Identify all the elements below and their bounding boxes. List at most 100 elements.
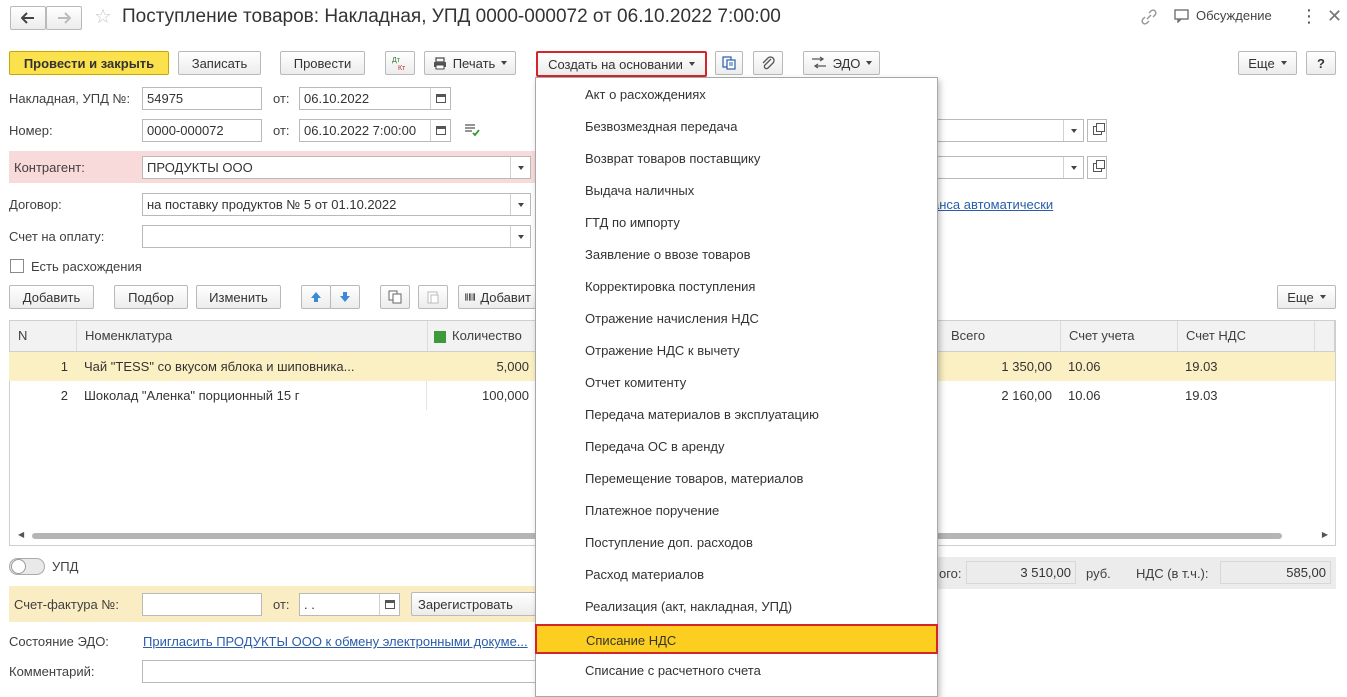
menu-item[interactable]: Платежное поручение xyxy=(536,496,937,526)
favorite-star-icon[interactable]: ☆ xyxy=(94,6,112,28)
warehouse-dropdown[interactable] xyxy=(1063,157,1083,178)
paste-row-button[interactable] xyxy=(418,285,448,309)
comment-input[interactable] xyxy=(142,660,542,683)
payment-input[interactable] xyxy=(142,225,531,248)
menu-item[interactable]: Передача материалов в эксплуатацию xyxy=(536,400,937,430)
move-down-button[interactable] xyxy=(330,285,360,309)
structure-button[interactable] xyxy=(715,51,743,75)
cell-account: 10.06 xyxy=(1068,359,1101,374)
create-based-on-button[interactable]: Создать на основании xyxy=(536,51,707,77)
calendar-button[interactable] xyxy=(430,88,450,109)
discussion-button[interactable]: Обсуждение xyxy=(1174,8,1272,23)
menu-item[interactable]: Выдача наличных xyxy=(536,176,937,206)
dtkt-button[interactable]: Дт Кт xyxy=(385,51,415,75)
number-date-label: от: xyxy=(273,123,290,138)
menu-item[interactable]: Отчет комитенту xyxy=(536,368,937,398)
post-and-close-button[interactable]: Провести и закрыть xyxy=(9,51,169,75)
counterparty-input[interactable]: ПРОДУКТЫ ООО xyxy=(142,156,531,179)
menu-item[interactable]: Перемещение товаров, материалов xyxy=(536,464,937,494)
menu-item[interactable]: Реализация (акт, накладная, УПД) xyxy=(536,592,937,622)
scroll-right-icon: ▶ xyxy=(1321,530,1328,539)
invoice-factura-date-input[interactable]: . . xyxy=(299,593,400,616)
change-button[interactable]: Изменить xyxy=(196,285,281,309)
add-row-button[interactable]: Добавить xyxy=(9,285,94,309)
back-button[interactable] xyxy=(10,6,46,30)
cell-total: 2 160,00 xyxy=(1001,388,1052,403)
menu-item[interactable]: Корректировка поступления xyxy=(536,272,937,302)
number-date-input[interactable]: 06.10.2022 7:00:00 xyxy=(299,119,451,142)
attachment-button[interactable] xyxy=(753,51,783,75)
close-icon[interactable]: ✕ xyxy=(1327,6,1342,26)
cell-item: Чай "TESS" со вкусом яблока и шиповника.… xyxy=(84,359,355,374)
organization-dropdown[interactable] xyxy=(1063,120,1083,141)
move-up-button[interactable] xyxy=(301,285,331,309)
print-label: Печать xyxy=(452,55,496,71)
contract-dropdown[interactable] xyxy=(510,194,530,215)
pick-button[interactable]: Подбор xyxy=(114,285,188,309)
kebab-menu-icon[interactable]: ⋮ xyxy=(1300,6,1318,26)
edo-invite-link[interactable]: Пригласить ПРОДУКТЫ ООО к обмену электро… xyxy=(143,634,528,649)
discrepancy-checkbox[interactable] xyxy=(10,259,24,273)
link-icon[interactable] xyxy=(1140,8,1158,26)
add-by-barcode-button[interactable]: Добавит xyxy=(458,285,538,309)
invoice-factura-date-label: от: xyxy=(273,597,290,612)
menu-item[interactable]: Списание НДС xyxy=(535,624,938,654)
forward-button[interactable] xyxy=(46,6,82,30)
warehouse-input[interactable] xyxy=(930,156,1084,179)
doc-history-icon[interactable] xyxy=(464,123,480,140)
help-button[interactable]: ? xyxy=(1306,51,1336,75)
calendar-button[interactable] xyxy=(430,120,450,141)
warehouse-open-button[interactable] xyxy=(1087,156,1107,179)
cell-qty: 100,000 xyxy=(482,388,529,403)
save-button[interactable]: Записать xyxy=(178,51,261,75)
copy-icon xyxy=(388,290,402,304)
window-title: Поступление товаров: Накладная, УПД 0000… xyxy=(122,6,781,27)
menu-item[interactable]: Заявление о ввозе товаров xyxy=(536,240,937,270)
col-header-account[interactable]: Счет учета xyxy=(1061,321,1178,351)
payment-dropdown[interactable] xyxy=(510,226,530,247)
post-button[interactable]: Провести xyxy=(280,51,365,75)
calendar-button[interactable] xyxy=(379,594,399,615)
col-header-qty-label: Количество xyxy=(452,328,522,343)
table-more-button[interactable]: Еще xyxy=(1277,285,1336,309)
print-button[interactable]: Печать xyxy=(424,51,516,75)
menu-item[interactable]: Отражение НДС к вычету xyxy=(536,336,937,366)
upd-toggle[interactable] xyxy=(9,558,45,575)
edo-label: ЭДО xyxy=(832,55,861,71)
col-header-qty[interactable]: Количество xyxy=(428,321,538,351)
invoice-factura-input[interactable] xyxy=(142,593,262,616)
col-header-vat-account[interactable]: Счет НДС xyxy=(1178,321,1315,351)
menu-item[interactable]: ГТД по импорту xyxy=(536,208,937,238)
register-button[interactable]: Зарегистровать xyxy=(411,592,539,616)
copy-row-button[interactable] xyxy=(380,285,410,309)
menu-item[interactable]: Поступление доп. расходов xyxy=(536,528,937,558)
menu-item[interactable]: Отражение начисления НДС xyxy=(536,304,937,334)
number-input[interactable]: 0000-000072 xyxy=(142,119,262,142)
menu-item[interactable]: Акт о расхождениях xyxy=(536,80,937,110)
organization-input[interactable] xyxy=(930,119,1084,142)
menu-item[interactable]: Передача ОС в аренду xyxy=(536,432,937,462)
calendar-icon xyxy=(384,600,395,609)
col-header-n[interactable]: N xyxy=(10,321,77,351)
more-button[interactable]: Еще xyxy=(1238,51,1297,75)
barcode-icon xyxy=(465,293,476,301)
menu-item[interactable]: Безвозмездная передача xyxy=(536,112,937,142)
menu-item[interactable]: Списание с расчетного счета xyxy=(536,656,937,686)
invoice-date-value: 06.10.2022 xyxy=(304,91,370,106)
invoice-date-input[interactable]: 06.10.2022 xyxy=(299,87,451,110)
counterparty-dropdown[interactable] xyxy=(510,157,530,178)
organization-open-button[interactable] xyxy=(1087,119,1107,142)
edo-button[interactable]: ЭДО xyxy=(803,51,880,75)
total-label: ого: xyxy=(939,566,962,581)
payment-label: Счет на оплату: xyxy=(9,229,105,244)
edo-state-label: Состояние ЭДО: xyxy=(9,634,109,649)
menu-item[interactable]: Возврат товаров поставщику xyxy=(536,144,937,174)
contract-input[interactable]: на поставку продуктов № 5 от 01.10.2022 xyxy=(142,193,531,216)
chevron-down-icon xyxy=(1280,61,1287,65)
advance-offset-link[interactable]: анса автоматически xyxy=(932,197,1053,212)
printer-icon xyxy=(433,56,446,69)
col-header-item[interactable]: Номенклатура xyxy=(77,321,428,351)
invoice-no-input[interactable]: 54975 xyxy=(142,87,262,110)
menu-item[interactable]: Расход материалов xyxy=(536,560,937,590)
col-header-total[interactable]: Всего xyxy=(943,321,1061,351)
